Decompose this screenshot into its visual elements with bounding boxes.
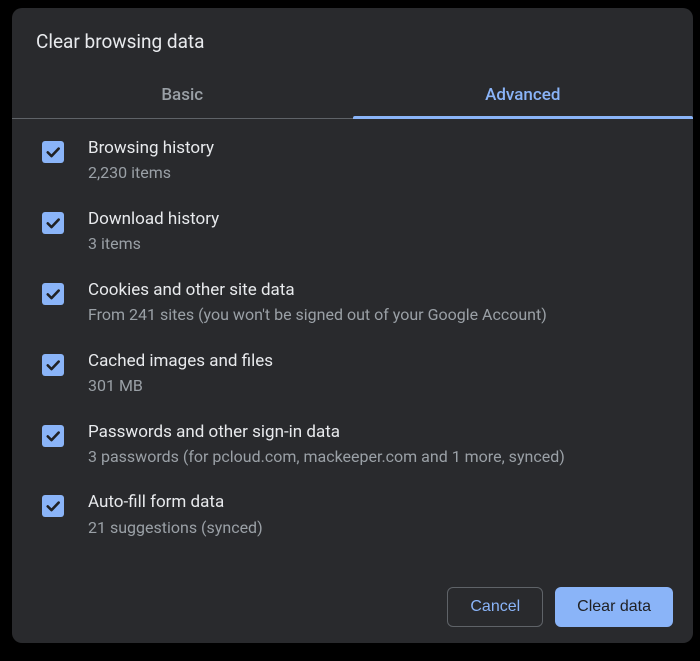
checkbox-cached-images[interactable] bbox=[42, 354, 64, 376]
check-icon bbox=[44, 285, 62, 303]
clear-data-button[interactable]: Clear data bbox=[555, 587, 673, 627]
option-sub: 2,230 items bbox=[88, 163, 669, 184]
check-icon bbox=[44, 356, 62, 374]
check-icon bbox=[44, 497, 62, 515]
option-title: Download history bbox=[88, 208, 669, 230]
option-sub: 3 passwords (for pcloud.com, mackeeper.c… bbox=[88, 447, 669, 468]
check-icon bbox=[44, 143, 62, 161]
check-icon bbox=[44, 427, 62, 445]
option-sub: 21 suggestions (synced) bbox=[88, 518, 669, 539]
clear-browsing-data-dialog: Clear browsing data Basic Advanced Brows… bbox=[12, 8, 693, 643]
option-site-settings: Site settings 2 sites bbox=[36, 562, 669, 571]
cancel-button[interactable]: Cancel bbox=[447, 587, 543, 627]
option-title: Site settings bbox=[88, 562, 669, 571]
checkbox-autofill[interactable] bbox=[42, 495, 64, 517]
check-icon bbox=[44, 214, 62, 232]
tab-bar: Basic Advanced bbox=[12, 71, 693, 119]
option-sub: 3 items bbox=[88, 234, 669, 255]
option-title: Cached images and files bbox=[88, 350, 669, 372]
option-sub: 301 MB bbox=[88, 376, 669, 397]
option-autofill: Auto-fill form data 21 suggestions (sync… bbox=[36, 491, 669, 538]
option-browsing-history: Browsing history 2,230 items bbox=[36, 137, 669, 184]
options-list: Browsing history 2,230 items Download hi… bbox=[12, 119, 693, 571]
option-download-history: Download history 3 items bbox=[36, 208, 669, 255]
option-sub: From 241 sites (you won't be signed out … bbox=[88, 305, 669, 326]
option-cookies: Cookies and other site data From 241 sit… bbox=[36, 279, 669, 326]
option-title: Cookies and other site data bbox=[88, 279, 669, 301]
checkbox-browsing-history[interactable] bbox=[42, 141, 64, 163]
tab-advanced-label: Advanced bbox=[485, 85, 560, 105]
option-cached-images: Cached images and files 301 MB bbox=[36, 350, 669, 397]
option-title: Auto-fill form data bbox=[88, 491, 669, 513]
checkbox-cookies[interactable] bbox=[42, 283, 64, 305]
tab-basic[interactable]: Basic bbox=[12, 71, 353, 118]
dialog-title: Clear browsing data bbox=[12, 8, 693, 71]
check-icon bbox=[44, 568, 62, 571]
option-title: Passwords and other sign-in data bbox=[88, 421, 669, 443]
dialog-footer: Cancel Clear data bbox=[12, 571, 693, 643]
cancel-button-label: Cancel bbox=[470, 598, 520, 615]
checkbox-passwords[interactable] bbox=[42, 425, 64, 447]
tab-basic-label: Basic bbox=[161, 85, 203, 105]
checkbox-site-settings[interactable] bbox=[42, 566, 64, 571]
option-passwords: Passwords and other sign-in data 3 passw… bbox=[36, 421, 669, 468]
option-title: Browsing history bbox=[88, 137, 669, 159]
checkbox-download-history[interactable] bbox=[42, 212, 64, 234]
tab-advanced[interactable]: Advanced bbox=[353, 71, 694, 118]
clear-data-button-label: Clear data bbox=[577, 598, 651, 615]
